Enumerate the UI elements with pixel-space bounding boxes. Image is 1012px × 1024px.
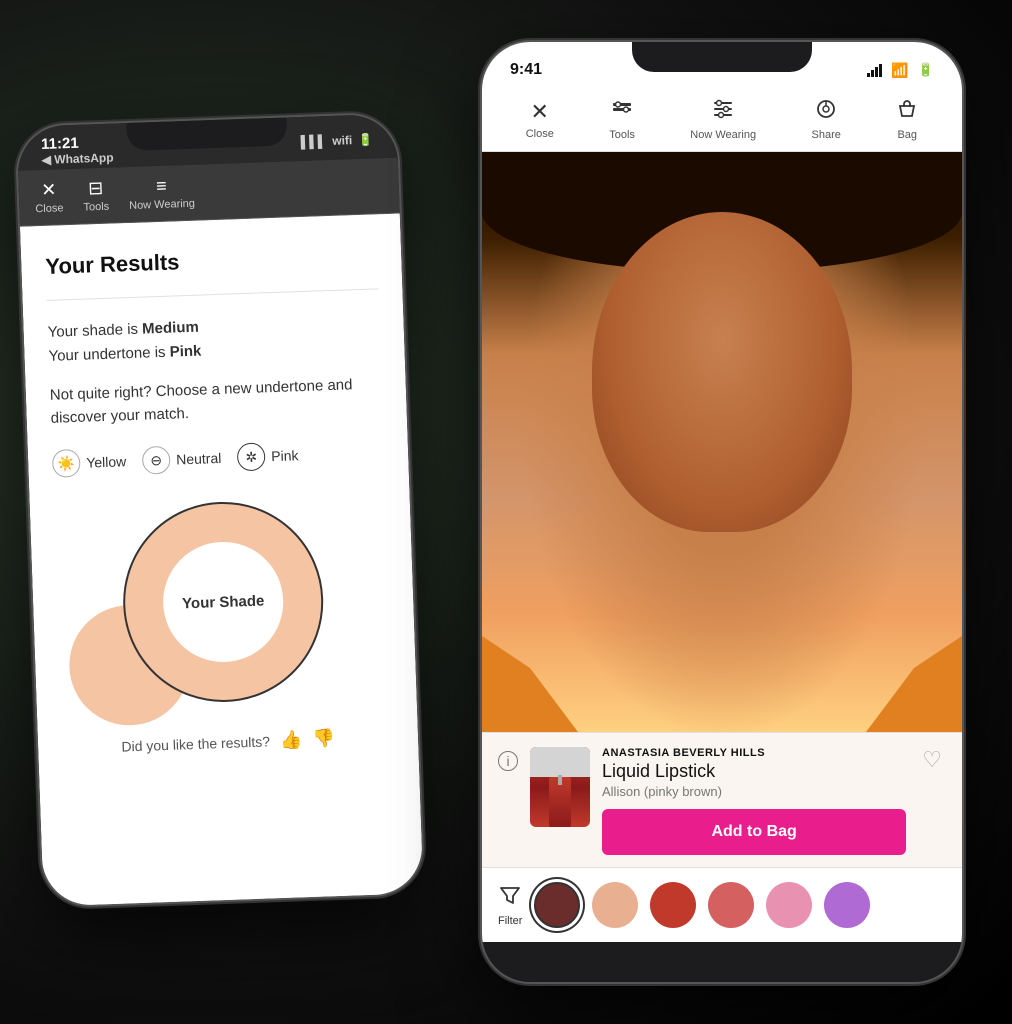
front-tools-label: Tools bbox=[609, 129, 635, 141]
back-nav-close[interactable]: ✕ Close bbox=[34, 179, 63, 215]
swatch-1[interactable] bbox=[592, 882, 638, 928]
filter-button[interactable]: Filter bbox=[498, 884, 522, 927]
camera-area bbox=[482, 152, 962, 732]
front-close-icon: ✕ bbox=[531, 99, 549, 125]
front-now-wearing-icon bbox=[712, 98, 734, 126]
product-shade: Allison (pinky brown) bbox=[602, 784, 906, 799]
yellow-label: Yellow bbox=[86, 453, 127, 470]
front-nav-now-wearing[interactable]: Now Wearing bbox=[690, 98, 756, 141]
battery-icon: 🔋 bbox=[918, 62, 934, 78]
undertone-row: ☀️ Yellow ⊖ Neutral ✲ Pink bbox=[52, 438, 385, 478]
swatch-3[interactable] bbox=[708, 882, 754, 928]
shade-circle-container: Your Shade bbox=[54, 496, 393, 707]
back-tools-label: Tools bbox=[83, 201, 109, 214]
product-info: ANASTASIA BEVERLY HILLS Liquid Lipstick … bbox=[602, 747, 906, 855]
front-nav-bag[interactable]: Bag bbox=[896, 98, 918, 141]
front-nav-tools[interactable]: Tools bbox=[609, 98, 635, 141]
neutral-label: Neutral bbox=[176, 450, 222, 468]
back-phone-notch bbox=[126, 117, 287, 151]
shade-circle-label: Your Shade bbox=[182, 592, 265, 612]
face-shape bbox=[592, 212, 852, 532]
front-bag-icon bbox=[896, 98, 918, 126]
back-close-label: Close bbox=[35, 202, 64, 215]
front-tools-icon bbox=[611, 98, 633, 126]
swatch-4[interactable] bbox=[766, 882, 812, 928]
results-panel: Your Results Your shade is Medium Your u… bbox=[20, 214, 424, 907]
results-title: Your Results bbox=[45, 242, 378, 280]
product-name: Liquid Lipstick bbox=[602, 761, 906, 782]
swatches-bar: Filter bbox=[482, 867, 962, 942]
undertone-pink[interactable]: ✲ Pink bbox=[237, 441, 299, 471]
add-to-bag-button[interactable]: Add to Bag bbox=[602, 809, 906, 855]
back-content-area: Your Results Your shade is Medium Your u… bbox=[20, 214, 424, 907]
front-share-label: Share bbox=[812, 129, 841, 141]
back-now-wearing-label: Now Wearing bbox=[129, 198, 195, 212]
phone-back: 11:21 ◀ WhatsApp ▌▌▌ wifi 🔋 ✕ Close ⊟ To… bbox=[17, 114, 424, 907]
product-panel: i ANASTASIA BEVERLY HILLS Liquid Lipstic… bbox=[482, 732, 962, 867]
front-nav-share[interactable]: Share bbox=[812, 98, 841, 141]
swatch-2[interactable] bbox=[650, 882, 696, 928]
wifi-icon: 📶 bbox=[891, 62, 908, 79]
info-button[interactable]: i bbox=[498, 751, 518, 771]
results-shade-text: Your shade is Medium Your undertone is P… bbox=[47, 309, 380, 369]
undertone-yellow[interactable]: ☀️ Yellow bbox=[52, 447, 127, 478]
filter-label: Filter bbox=[498, 915, 522, 927]
product-brand: ANASTASIA BEVERLY HILLS bbox=[602, 747, 906, 759]
pink-icon: ✲ bbox=[237, 442, 266, 471]
front-nav-close[interactable]: ✕ Close bbox=[526, 99, 554, 140]
swatch-5[interactable] bbox=[824, 882, 870, 928]
results-divider bbox=[47, 288, 379, 301]
favorite-button[interactable]: ♡ bbox=[918, 747, 946, 773]
phone-front: 9:41 📶 🔋 ✕ Close bbox=[482, 42, 962, 982]
back-nav-tools[interactable]: ⊟ Tools bbox=[82, 178, 109, 214]
signal-bars-icon bbox=[867, 64, 882, 77]
product-image bbox=[530, 747, 590, 827]
pink-label: Pink bbox=[271, 447, 299, 464]
front-status-time: 9:41 bbox=[510, 61, 542, 79]
back-status-app: ◀ WhatsApp bbox=[41, 150, 113, 167]
filter-icon bbox=[499, 884, 521, 912]
neutral-icon: ⊖ bbox=[142, 446, 171, 475]
tools-icon: ⊟ bbox=[88, 178, 104, 200]
front-bag-label: Bag bbox=[897, 129, 917, 141]
shade-circle-inner: Your Shade bbox=[161, 540, 285, 664]
close-icon: ✕ bbox=[41, 180, 57, 202]
front-close-label: Close bbox=[526, 128, 554, 140]
now-wearing-icon: ≡ bbox=[156, 176, 167, 197]
thumbs-down-btn[interactable]: 👎 bbox=[312, 728, 335, 750]
results-choose-text: Not quite right? Choose a new undertone … bbox=[50, 373, 383, 430]
front-now-wearing-label: Now Wearing bbox=[690, 129, 756, 141]
yellow-icon: ☀️ bbox=[52, 449, 81, 478]
did-you-like: Did you like the results? 👍 👎 bbox=[62, 726, 395, 759]
front-phone-notch bbox=[632, 42, 812, 72]
thumbs-up-btn[interactable]: 👍 bbox=[280, 729, 303, 751]
swatch-0[interactable] bbox=[534, 882, 580, 928]
undertone-neutral[interactable]: ⊖ Neutral bbox=[142, 444, 222, 475]
front-nav-bar: ✕ Close Tools bbox=[482, 90, 962, 152]
back-nav-now-wearing[interactable]: ≡ Now Wearing bbox=[128, 175, 195, 212]
front-share-icon bbox=[815, 98, 837, 126]
front-status-icons: 📶 🔋 bbox=[867, 62, 934, 79]
